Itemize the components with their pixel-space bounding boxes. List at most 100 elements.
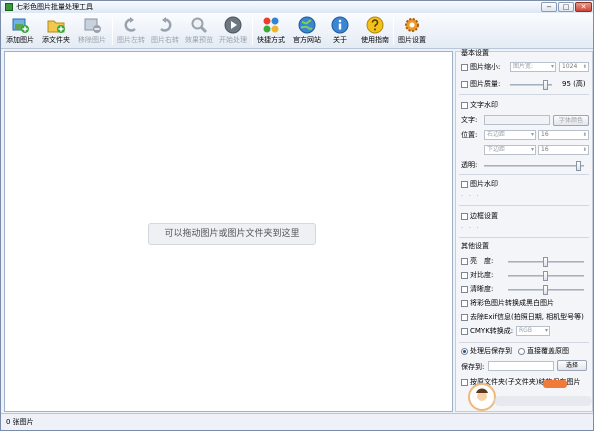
- save-after-label: 处理后保存到: [470, 347, 512, 355]
- remove-image-icon: [84, 18, 101, 33]
- border-settings-collapsed[interactable]: · · ·: [461, 225, 481, 232]
- image-count: 0 张图片: [6, 418, 34, 426]
- image-watermark-collapsed[interactable]: · · ·: [461, 193, 481, 200]
- close-button[interactable]: ✕: [575, 2, 592, 12]
- globe-icon: [298, 16, 316, 34]
- image-watermark-title: 图片水印: [470, 180, 498, 188]
- help-icon: [366, 16, 384, 34]
- maximize-button[interactable]: □: [558, 2, 574, 12]
- quality-slider[interactable]: [510, 80, 552, 90]
- add-folder-icon: [47, 20, 65, 33]
- rotate-right-icon: [160, 17, 172, 32]
- settings-panel: 基本设置 图片缩小: 图片宽: ▾ 1024 ⬍ 图片质量: 95 (高) 文字水印…: [455, 49, 593, 412]
- sharpness-checkbox[interactable]: [461, 286, 468, 293]
- quality-label: 图片质量:: [470, 80, 501, 88]
- quality-checkbox[interactable]: [461, 81, 468, 88]
- add-folder-button[interactable]: 添文件夹: [39, 15, 73, 47]
- about-button[interactable]: 关于: [323, 15, 357, 47]
- save-after-radio[interactable]: [461, 348, 468, 355]
- add-image-icon: [12, 18, 29, 33]
- image-settings-button[interactable]: 图片设置: [395, 15, 429, 47]
- position-label: 位置:: [461, 131, 478, 139]
- image-watermark-checkbox[interactable]: [461, 181, 468, 188]
- section-divider: [459, 237, 589, 238]
- site-watermark-logo: [468, 380, 592, 411]
- quality-slider-thumb[interactable]: [543, 80, 548, 90]
- drop-hint: 可以拖动图片或图片文件夹到这里: [148, 223, 316, 245]
- brightness-label: 亮 度:: [470, 257, 494, 265]
- cmyk-checkbox[interactable]: [461, 328, 468, 335]
- status-bar: 0 张图片: [1, 413, 593, 430]
- sharpness-label: 清晰度:: [470, 285, 494, 293]
- choose-folder-button[interactable]: 选择: [557, 360, 587, 371]
- sharpness-slider[interactable]: [508, 285, 584, 295]
- start-button[interactable]: 开始处理: [216, 15, 250, 47]
- text-watermark-title: 文字水印: [470, 101, 498, 109]
- remove-exif-label: 去除Exif信息(拍照日期, 相机型号等): [470, 313, 584, 321]
- shrink-mode-select[interactable]: 图片宽: ▾: [510, 62, 556, 72]
- remove-exif-checkbox[interactable]: [461, 314, 468, 321]
- image-settings-label: 图片设置: [398, 36, 426, 44]
- minimize-button[interactable]: −: [541, 2, 557, 12]
- overwrite-radio[interactable]: [518, 348, 525, 355]
- magnifier-icon: [191, 17, 208, 34]
- info-icon: [331, 16, 349, 34]
- app-window: 七彩色图片批量处理工具 − □ ✕ 添加图片 添文件夹 移除图片 图片左转 图片…: [0, 0, 594, 431]
- basic-settings-title: 基本设置: [461, 49, 489, 57]
- contrast-slider[interactable]: [508, 271, 584, 281]
- shortcut-button[interactable]: 快捷方式: [254, 15, 288, 47]
- window-title: 七彩色图片批量处理工具: [16, 3, 93, 11]
- play-icon: [224, 16, 242, 34]
- horizontal-offset-stepper[interactable]: 16 ⬍: [538, 130, 589, 140]
- opacity-slider-thumb[interactable]: [576, 161, 581, 171]
- save-path-input[interactable]: [488, 361, 554, 371]
- cmyk-label: CMYK转换成:: [470, 327, 514, 335]
- brightness-slider-thumb[interactable]: [543, 257, 548, 267]
- title-bar[interactable]: 七彩色图片批量处理工具 − □ ✕: [1, 1, 593, 13]
- section-divider: [459, 205, 589, 206]
- vertical-offset-stepper[interactable]: 16 ⬍: [538, 145, 589, 155]
- grayscale-checkbox[interactable]: [461, 300, 468, 307]
- overwrite-label: 直接覆盖原图: [527, 347, 569, 355]
- brightness-slider[interactable]: [508, 257, 584, 267]
- gear-icon: [405, 18, 419, 32]
- remove-image-button[interactable]: 移除图片: [75, 15, 109, 47]
- shrink-checkbox[interactable]: [461, 64, 468, 71]
- border-checkbox[interactable]: [461, 213, 468, 220]
- start-label: 开始处理: [219, 36, 247, 44]
- horizontal-position-select[interactable]: 右边距 ▾: [484, 130, 536, 140]
- sharpness-slider-thumb[interactable]: [543, 285, 548, 295]
- cmyk-target-select[interactable]: RGB ▾: [516, 326, 550, 336]
- other-settings-title: 其他设置: [461, 242, 489, 250]
- opacity-slider[interactable]: [484, 161, 584, 171]
- shortcut-icon: [263, 17, 279, 33]
- contrast-checkbox[interactable]: [461, 272, 468, 279]
- border-settings-title: 边框设置: [470, 212, 498, 220]
- preview-button[interactable]: 效果预览: [182, 15, 216, 47]
- brightness-checkbox[interactable]: [461, 258, 468, 265]
- remove-image-label: 移除图片: [78, 36, 106, 44]
- text-watermark-checkbox[interactable]: [461, 102, 468, 109]
- toolbar: 添加图片 添文件夹 移除图片 图片左转 图片右转 效果预览 开始处理 快捷方式 …: [1, 13, 593, 49]
- font-color-button[interactable]: 字体颜色: [553, 115, 589, 126]
- image-drop-area[interactable]: 可以拖动图片或图片文件夹到这里: [4, 51, 453, 412]
- help-button[interactable]: 使用指南: [358, 15, 392, 47]
- vertical-position-select[interactable]: 下边距 ▾: [484, 145, 536, 155]
- shrink-value-stepper[interactable]: 1024 ⬍: [559, 62, 589, 72]
- help-label: 使用指南: [361, 36, 389, 44]
- shrink-label: 图片缩小:: [470, 63, 501, 71]
- contrast-slider-thumb[interactable]: [543, 271, 548, 281]
- watermark-text-label: 文字:: [461, 116, 478, 124]
- watermark-text-input[interactable]: [484, 115, 550, 125]
- section-divider: [459, 94, 589, 95]
- add-image-button[interactable]: 添加图片: [3, 15, 37, 47]
- section-divider: [459, 342, 589, 343]
- app-icon: [5, 3, 13, 11]
- opacity-label: 透明:: [461, 161, 478, 169]
- grayscale-label: 将彩色图片转换成黑白图片: [470, 299, 554, 307]
- rotate-left-button[interactable]: 图片左转: [114, 15, 148, 47]
- rotate-left-icon: [124, 17, 136, 32]
- rotate-right-button[interactable]: 图片右转: [148, 15, 182, 47]
- quality-value: 95 (高): [562, 80, 586, 88]
- contrast-label: 对比度:: [470, 271, 494, 279]
